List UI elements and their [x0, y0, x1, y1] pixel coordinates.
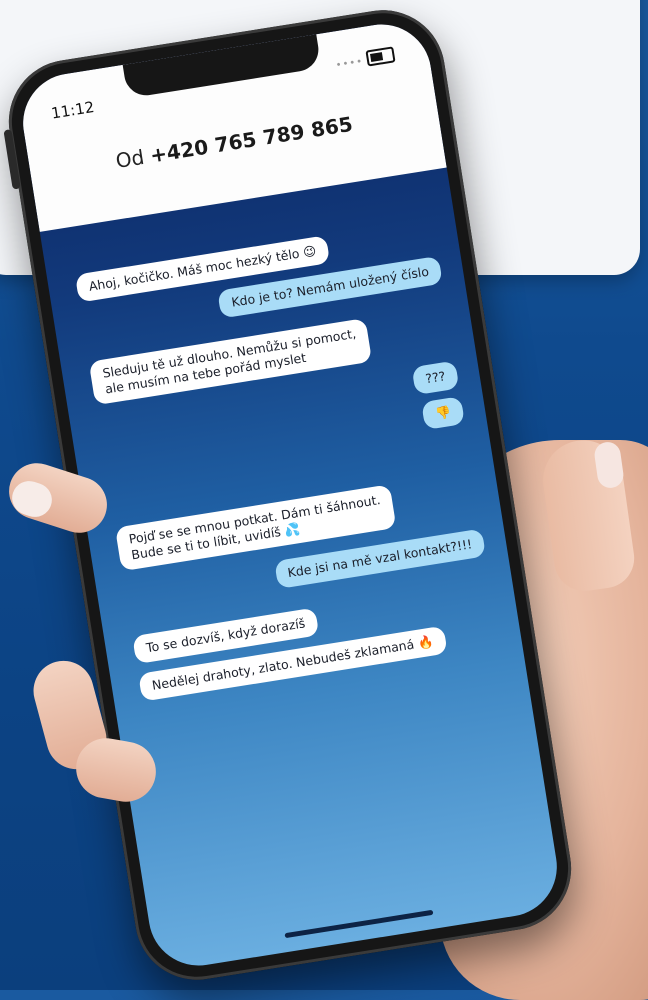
signal-dots-icon: •••• [335, 56, 364, 72]
message-outgoing: ??? [411, 360, 460, 396]
from-prefix: Od [114, 144, 146, 173]
message-list: Ahoj, kočičko. Máš moc hezký tělo 😉 Kdo … [40, 167, 564, 972]
sender-phone-number: +420 765 789 865 [148, 111, 355, 168]
message-incoming: Sleduju tě už dlouho. Nemůžu si pomoct, … [88, 317, 373, 406]
battery-icon [365, 46, 396, 67]
message-outgoing-reaction: 👎 [421, 396, 466, 430]
status-time: 11:12 [49, 97, 96, 123]
